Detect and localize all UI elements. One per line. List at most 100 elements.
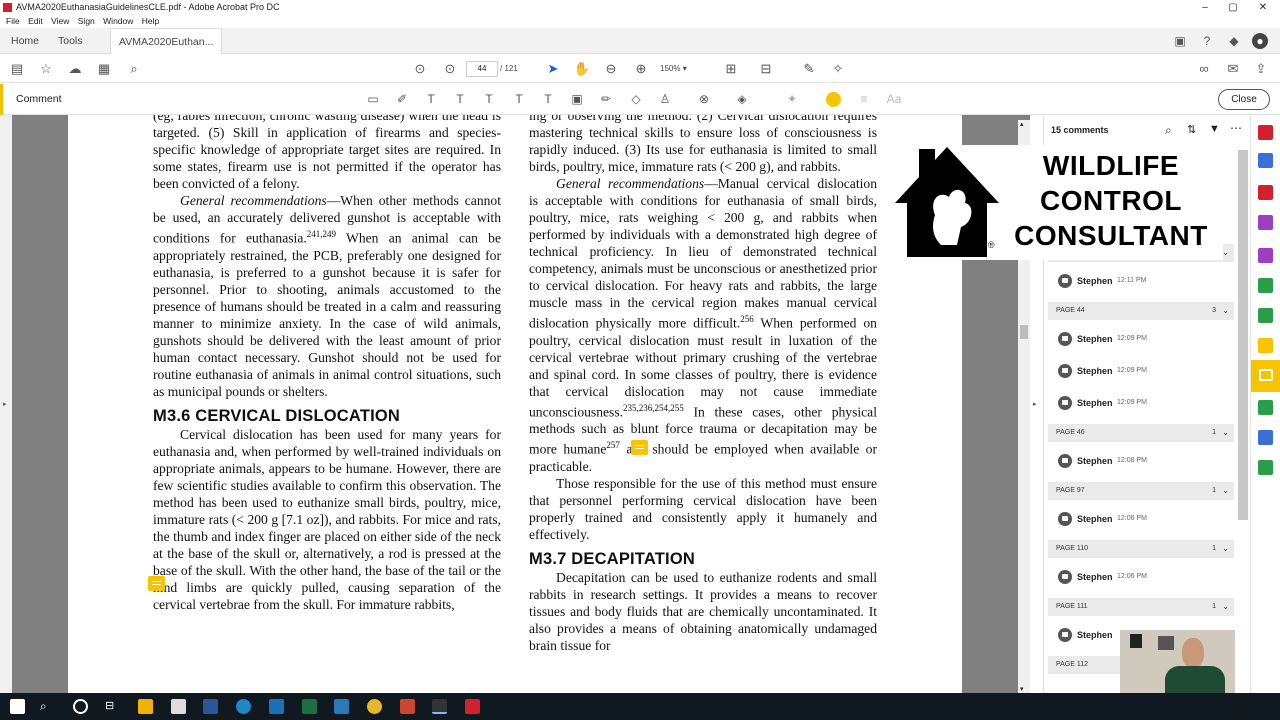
excel-icon[interactable] xyxy=(302,699,317,714)
print-production-icon[interactable] xyxy=(1258,400,1273,415)
page-number-input[interactable]: 44 xyxy=(466,61,498,77)
acrobat-taskbar-icon[interactable] xyxy=(432,699,447,714)
chat-icon[interactable]: ▣ xyxy=(1172,33,1188,49)
zoom-out-icon[interactable]: ⊖ xyxy=(602,61,620,77)
share-icon[interactable]: ⇪ xyxy=(1252,61,1270,77)
edit-pdf-icon[interactable] xyxy=(1258,185,1273,200)
maximize-icon[interactable]: ▢ xyxy=(1218,0,1248,15)
chrome-icon[interactable] xyxy=(367,699,382,714)
menu-file[interactable]: File xyxy=(6,15,20,28)
chevron-down-icon[interactable]: ⌄ xyxy=(1222,244,1229,262)
outlook-icon[interactable] xyxy=(334,699,349,714)
file-explorer-icon[interactable] xyxy=(138,699,153,714)
comment-item[interactable]: Stephen 12:09 PM xyxy=(1048,324,1234,354)
sticky-note-marker[interactable] xyxy=(148,576,165,591)
chevron-down-icon[interactable]: ⌄ xyxy=(1222,598,1229,616)
page-group-header[interactable]: PAGE 110 1 ⌄ xyxy=(1048,540,1234,558)
strikethrough-icon[interactable]: T xyxy=(451,91,469,107)
email-icon[interactable]: ✉ xyxy=(1224,61,1242,77)
page-fit-icon[interactable]: ⊞ xyxy=(722,61,740,77)
replace-text-icon[interactable]: T xyxy=(480,91,498,107)
edge-icon[interactable] xyxy=(236,699,251,714)
comment-item[interactable]: Stephen 12:11 PM xyxy=(1048,266,1234,296)
tab-tools[interactable]: Tools xyxy=(58,28,83,54)
comment-item[interactable]: Stephen 12:06 PM xyxy=(1048,504,1234,534)
scroll-down-icon[interactable]: ▾ xyxy=(1020,685,1024,693)
highlight-icon[interactable]: ✐ xyxy=(393,91,411,107)
chevron-down-icon[interactable]: ⌄ xyxy=(1222,540,1229,558)
scroll-thumb[interactable] xyxy=(1020,325,1028,339)
comments-scrollbar[interactable] xyxy=(1238,150,1248,520)
organize-pages-icon[interactable] xyxy=(1258,215,1273,230)
more-options-icon[interactable]: ⋯ xyxy=(1230,121,1242,135)
comment-item[interactable]: Stephen 12:09 PM xyxy=(1048,356,1234,386)
help-icon[interactable]: ? xyxy=(1199,33,1215,49)
select-cursor-icon[interactable]: ➤ xyxy=(544,61,562,77)
collapse-panel-icon[interactable]: ▸ xyxy=(1033,400,1037,408)
line-weight-icon[interactable]: ≡ xyxy=(855,91,873,107)
upload-cloud-icon[interactable]: ☁ xyxy=(66,61,84,77)
sticky-note-icon[interactable]: ▭ xyxy=(364,91,382,107)
cortana-icon[interactable] xyxy=(73,699,88,714)
sticky-note-marker[interactable] xyxy=(631,440,648,455)
chevron-down-icon[interactable]: ⌄ xyxy=(1222,302,1229,320)
link-icon[interactable]: ∞ xyxy=(1195,61,1213,77)
save-icon[interactable]: ▤ xyxy=(8,61,26,77)
page-group-header[interactable]: PAGE 46 1 ⌄ xyxy=(1048,424,1234,442)
previous-page-icon[interactable]: ⊙ xyxy=(411,61,429,77)
zoom-dropdown[interactable]: 150% ▾ xyxy=(660,61,708,77)
create-pdf-icon[interactable] xyxy=(1258,153,1273,168)
comment-item[interactable]: Stephen 12:08 PM xyxy=(1048,446,1234,476)
sort-icon[interactable]: ⇅ xyxy=(1187,123,1196,136)
chevron-down-icon[interactable]: ⌄ xyxy=(1222,424,1229,442)
add-text-icon[interactable]: T xyxy=(539,91,557,107)
pencil-icon[interactable]: ✏ xyxy=(597,91,615,107)
attach-icon[interactable]: ⊗ xyxy=(695,91,713,107)
menu-view[interactable]: View xyxy=(51,15,69,28)
store-icon[interactable] xyxy=(171,699,186,714)
tab-document[interactable]: AVMA2020Euthan...✕ xyxy=(110,28,222,73)
filter-icon[interactable]: ▼ xyxy=(1209,123,1220,135)
menu-sign[interactable]: Sign xyxy=(78,15,95,28)
more-tools-icon[interactable]: ✧ xyxy=(829,61,847,77)
combine-files-icon[interactable] xyxy=(1258,308,1273,323)
comment-item[interactable]: Stephen 12:06 PM xyxy=(1048,562,1234,592)
print-icon[interactable]: ▦ xyxy=(95,61,113,77)
left-nav-strip[interactable]: ▸ xyxy=(0,115,12,693)
zoom-in-icon[interactable]: ⊕ xyxy=(632,61,650,77)
underline-text-icon[interactable]: T xyxy=(422,91,440,107)
acrobat-reader-icon[interactable] xyxy=(465,699,480,714)
menu-edit[interactable]: Edit xyxy=(28,15,43,28)
hand-tool-icon[interactable]: ✋ xyxy=(573,61,591,77)
bookmark-star-icon[interactable]: ☆ xyxy=(37,61,55,77)
scroll-up-icon[interactable]: ▴ xyxy=(1020,120,1024,128)
pdf-page[interactable]: (eg, rabies infection, chronic wasting d… xyxy=(68,115,962,693)
close-window-icon[interactable]: ✕ xyxy=(1248,0,1278,15)
export-pdf-icon[interactable] xyxy=(1258,125,1273,140)
insert-text-icon[interactable]: T xyxy=(510,91,528,107)
windows-start-icon[interactable] xyxy=(10,699,25,714)
page-group-header[interactable]: PAGE 44 3 ⌄ xyxy=(1048,302,1234,320)
text-box-icon[interactable]: ▣ xyxy=(568,91,586,107)
menu-help[interactable]: Help xyxy=(142,15,159,28)
color-picker-icon[interactable] xyxy=(826,92,841,107)
font-size-icon[interactable]: Aa xyxy=(885,91,903,107)
word-icon[interactable] xyxy=(203,699,218,714)
shapes-icon[interactable]: ◈ xyxy=(733,91,751,107)
comment-tool-active[interactable] xyxy=(1251,360,1280,392)
send-for-review-icon[interactable] xyxy=(1258,278,1273,293)
page-group-header[interactable]: PAGE 111 1 ⌄ xyxy=(1048,598,1234,616)
scan-ocr-icon[interactable] xyxy=(1258,338,1273,353)
mail-icon[interactable] xyxy=(269,699,284,714)
scroll-mode-icon[interactable]: ⊟ xyxy=(757,61,775,77)
comment-item[interactable]: Stephen 12:09 PM xyxy=(1048,388,1234,418)
protect-icon[interactable] xyxy=(1258,430,1273,445)
minimize-icon[interactable]: – xyxy=(1190,0,1220,15)
fill-sign-icon[interactable]: ✎ xyxy=(800,61,818,77)
fill-sign-rail-icon[interactable] xyxy=(1258,248,1273,263)
stamp-icon[interactable]: ♙ xyxy=(656,91,674,107)
eraser-icon[interactable]: ◇ xyxy=(627,91,645,107)
pin-icon[interactable]: ✦ xyxy=(783,91,801,107)
account-avatar-icon[interactable]: ● xyxy=(1252,33,1268,49)
page-group-header[interactable]: PAGE 97 1 ⌄ xyxy=(1048,482,1234,500)
